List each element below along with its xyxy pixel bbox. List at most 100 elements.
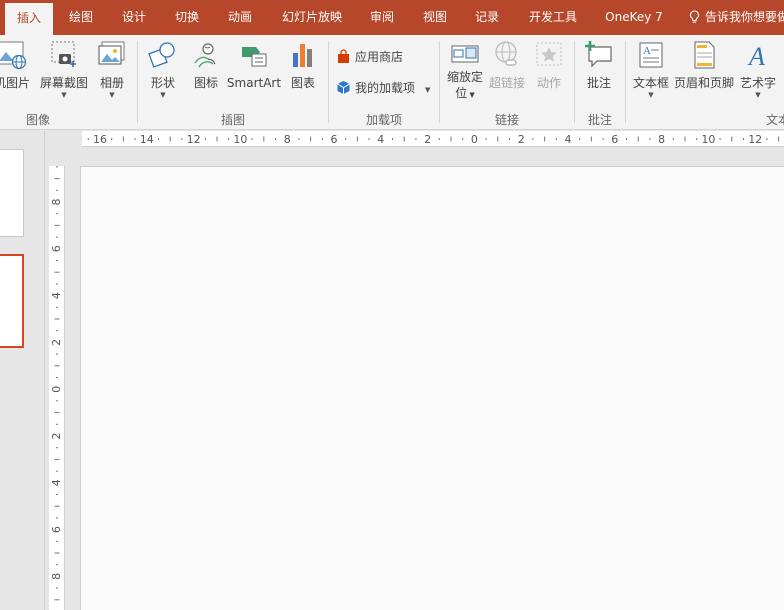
comment-button[interactable]: 批注 bbox=[582, 39, 616, 91]
ruler-label: 6 bbox=[50, 245, 63, 252]
ribbon-insert-panel: 机图片 屏幕截图 ▼ 相册 ▼ 图像 形状 ▼ bbox=[0, 35, 784, 130]
smartart-icon bbox=[242, 47, 267, 67]
chevron-down-icon: ▼ bbox=[61, 91, 67, 99]
chart-icon bbox=[293, 44, 312, 67]
tab-animations[interactable]: 动画 bbox=[219, 0, 261, 35]
textbox-button[interactable]: A 文本框 ▼ bbox=[631, 39, 671, 99]
zoom-button[interactable]: 缩放定位 ▼ bbox=[444, 39, 486, 103]
photo-album-label: 相册 bbox=[99, 76, 124, 90]
group-label-illustrations: 插图 bbox=[220, 113, 245, 127]
group-label-text: 文本 bbox=[766, 113, 784, 127]
hyperlink-icon bbox=[495, 41, 517, 66]
hyperlink-button[interactable]: 超链接 bbox=[488, 39, 526, 91]
tab-view[interactable]: 视图 bbox=[414, 0, 456, 35]
ruler-label: 6 bbox=[50, 526, 63, 533]
ruler-label: 2 bbox=[424, 133, 431, 146]
ruler-label: 10 bbox=[701, 133, 715, 146]
comment-label: 批注 bbox=[586, 76, 611, 90]
zoom-label: 缩放定位 ▼ bbox=[446, 70, 483, 100]
slide-thumbnail-selected[interactable] bbox=[0, 254, 24, 348]
comment-icon bbox=[585, 41, 612, 68]
photo-album-icon bbox=[98, 41, 125, 65]
my-addins-button[interactable]: 我的加载项 ▼ bbox=[336, 77, 430, 99]
wordart-button[interactable]: A 艺术字 ▼ bbox=[738, 39, 778, 99]
group-label-comments: 批注 bbox=[587, 113, 612, 127]
ruler-label: 14 bbox=[140, 133, 154, 146]
group-label-links: 链接 bbox=[494, 113, 519, 127]
online-pictures-label: 机图片 bbox=[0, 76, 30, 90]
online-pictures-icon bbox=[0, 41, 27, 70]
office-store-label: 应用商店 bbox=[355, 50, 404, 64]
smartart-button[interactable]: SmartArt bbox=[226, 39, 282, 91]
textbox-label: 文本框 bbox=[632, 76, 669, 90]
action-star-icon bbox=[536, 42, 562, 66]
screenshot-button[interactable]: 屏幕截图 ▼ bbox=[38, 39, 90, 99]
svg-text:A: A bbox=[643, 45, 651, 57]
tab-onekey[interactable]: OneKey 7 bbox=[600, 0, 668, 35]
tab-insert[interactable]: 插入 bbox=[5, 3, 53, 35]
my-addins-label: 我的加载项 bbox=[355, 81, 416, 95]
tab-review[interactable]: 审阅 bbox=[361, 0, 403, 35]
icons-icon bbox=[194, 43, 216, 68]
header-footer-icon bbox=[694, 41, 715, 69]
ruler-label: 8 bbox=[658, 133, 665, 146]
vertical-ruler: 8 6 4 2 0 2 4 6 8 bbox=[49, 166, 65, 610]
store-icon bbox=[338, 49, 349, 63]
slide-canvas[interactable] bbox=[80, 166, 784, 610]
action-button[interactable]: 动作 bbox=[532, 39, 566, 91]
horizontal-ruler: 16 14 12 10 8 6 4 2 0 2 4 6 8 10 12 bbox=[82, 131, 784, 147]
ruler-label: 12 bbox=[748, 133, 762, 146]
chevron-down-icon: ▼ bbox=[648, 91, 654, 99]
chevron-down-icon: ▼ bbox=[109, 91, 115, 99]
tell-me-search[interactable]: 告诉我你想要做什么 bbox=[688, 0, 784, 35]
ruler-label: 8 bbox=[284, 133, 291, 146]
ruler-label: 8 bbox=[50, 199, 63, 206]
icons-label: 图标 bbox=[193, 76, 218, 90]
group-label-images: 图像 bbox=[25, 113, 50, 127]
tab-slideshow[interactable]: 幻灯片放映 bbox=[276, 0, 348, 35]
group-label-addins: 加载项 bbox=[365, 113, 402, 127]
action-label: 动作 bbox=[536, 76, 561, 90]
screenshot-icon bbox=[51, 41, 76, 67]
slide-thumbnail[interactable] bbox=[0, 149, 24, 237]
ruler-label: 2 bbox=[50, 433, 63, 440]
textbox-icon: A bbox=[639, 42, 663, 68]
tab-developer[interactable]: 开发工具 bbox=[524, 0, 582, 35]
online-pictures-button[interactable]: 机图片 bbox=[0, 39, 36, 91]
tab-draw[interactable]: 绘图 bbox=[60, 0, 102, 35]
slide-thumbnails-pane bbox=[0, 131, 45, 610]
wordart-label: 艺术字 bbox=[739, 76, 776, 90]
icons-button[interactable]: 图标 bbox=[188, 39, 224, 91]
shapes-icon bbox=[148, 42, 175, 68]
tab-design[interactable]: 设计 bbox=[113, 0, 155, 35]
header-footer-button[interactable]: 页眉和页脚 bbox=[672, 39, 736, 91]
svg-text:A: A bbox=[747, 42, 765, 71]
ruler-label: 2 bbox=[518, 133, 525, 146]
ruler-label: 6 bbox=[611, 133, 618, 146]
wordart-icon: A bbox=[747, 42, 765, 71]
shapes-button[interactable]: 形状 ▼ bbox=[145, 39, 181, 99]
lightbulb-icon bbox=[689, 10, 700, 23]
addin-cube-icon bbox=[337, 81, 350, 94]
ruler-label: 2 bbox=[50, 339, 63, 346]
shapes-label: 形状 bbox=[150, 76, 175, 90]
hyperlink-label: 超链接 bbox=[488, 76, 525, 90]
tab-transitions[interactable]: 切换 bbox=[166, 0, 208, 35]
ruler-label: 0 bbox=[50, 386, 63, 393]
ruler-label: 16 bbox=[93, 133, 107, 146]
ruler-label: 4 bbox=[377, 133, 384, 146]
chart-button[interactable]: 图表 bbox=[286, 39, 320, 91]
chevron-down-icon: ▼ bbox=[755, 91, 761, 99]
photo-album-button[interactable]: 相册 ▼ bbox=[94, 39, 130, 99]
screenshot-label: 屏幕截图 bbox=[39, 76, 88, 90]
office-store-button[interactable]: 应用商店 bbox=[336, 46, 403, 68]
header-footer-label: 页眉和页脚 bbox=[673, 76, 734, 90]
tell-me-text: 告诉我你想要做什么 bbox=[705, 10, 784, 24]
group-separator bbox=[625, 41, 626, 123]
tab-record[interactable]: 记录 bbox=[466, 0, 508, 35]
ruler-label: 10 bbox=[233, 133, 247, 146]
ribbon-tab-bar: 插入 绘图 设计 切换 动画 幻灯片放映 审阅 视图 记录 开发工具 OneKe… bbox=[0, 0, 784, 35]
smartart-label: SmartArt bbox=[226, 76, 282, 90]
chevron-down-icon: ▼ bbox=[160, 91, 166, 99]
ruler-label: 6 bbox=[331, 133, 338, 146]
